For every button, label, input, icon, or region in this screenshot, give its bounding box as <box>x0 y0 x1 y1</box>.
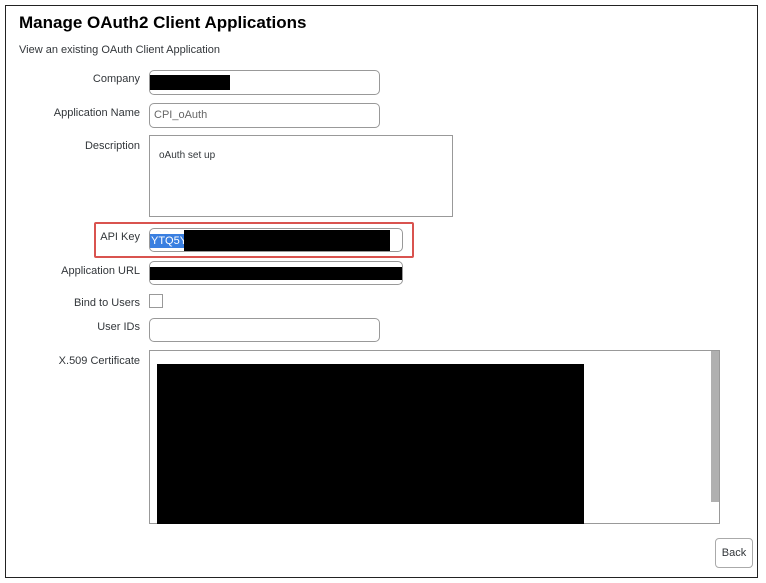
api-key-selected-text: YTQ5Y <box>150 234 189 248</box>
api-key-label: API Key <box>100 231 140 243</box>
description-field[interactable]: oAuth set up <box>149 135 453 217</box>
certificate-label: X.509 Certificate <box>58 355 140 367</box>
certificate-scrollbar[interactable] <box>711 351 719 502</box>
bind-to-users-checkbox[interactable] <box>149 294 163 308</box>
redacted-block <box>150 267 402 280</box>
user-ids-label: User IDs <box>97 321 140 333</box>
page-subtitle: View an existing OAuth Client Applicatio… <box>19 44 220 56</box>
page-title: Manage OAuth2 Client Applications <box>19 13 307 32</box>
description-label: Description <box>84 140 140 152</box>
redacted-block <box>157 364 584 524</box>
certificate-field[interactable] <box>149 350 720 524</box>
application-url-label: Application URL <box>61 265 140 277</box>
back-button[interactable]: Back <box>715 538 753 568</box>
user-ids-field[interactable] <box>149 318 380 342</box>
company-label: Company <box>92 73 140 85</box>
application-name-label: Application Name <box>53 107 140 119</box>
application-name-field[interactable]: CPI_oAuth <box>149 103 380 128</box>
bind-to-users-label: Bind to Users <box>73 297 140 309</box>
api-key-field[interactable]: YTQ5Y <box>149 228 403 252</box>
redacted-block <box>150 75 230 90</box>
company-field[interactable] <box>149 70 380 95</box>
redacted-block <box>184 230 390 251</box>
application-url-field[interactable] <box>149 261 403 285</box>
